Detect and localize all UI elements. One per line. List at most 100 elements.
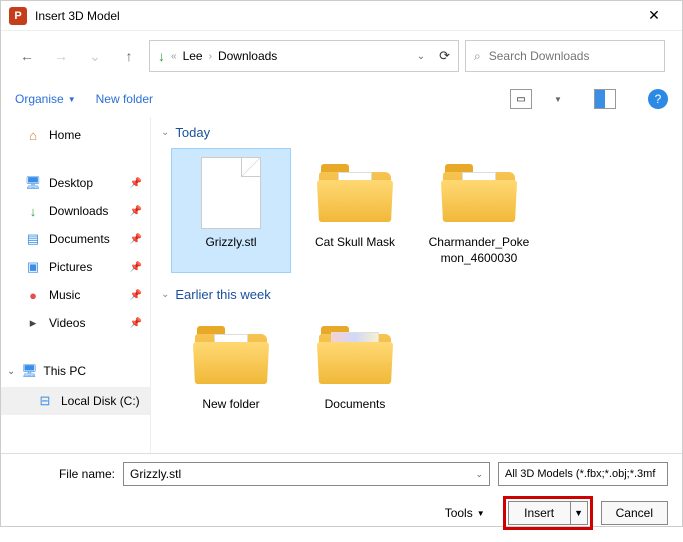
powerpoint-icon: P <box>9 7 27 25</box>
sidebar-item-label: This PC <box>43 364 86 378</box>
recent-locations-button[interactable]: ⌄ <box>81 42 109 70</box>
file-item-grizzly[interactable]: Grizzly.stl <box>171 148 291 273</box>
search-icon: ⌕ <box>474 49 481 64</box>
file-item-charmander[interactable]: Charmander_Pokemon_4600030 <box>419 148 539 273</box>
sidebar-item-downloads[interactable]: ↓ Downloads 📌 <box>1 197 150 225</box>
sidebar-item-label: Pictures <box>49 260 92 274</box>
pin-icon: 📌 <box>130 234 142 245</box>
search-input[interactable] <box>489 49 656 63</box>
pictures-icon: ▣ <box>25 259 41 275</box>
pin-icon: 📌 <box>130 206 142 217</box>
sidebar: ⌂ Home 🖥 Desktop 📌 ↓ Downloads 📌 ▤ Docum… <box>1 117 151 453</box>
close-button[interactable]: ✕ <box>634 7 674 24</box>
help-button[interactable]: ? <box>648 89 668 109</box>
sidebar-item-label: Music <box>49 288 80 302</box>
footer: File name: Grizzly.stl ⌄ All 3D Models (… <box>1 453 682 542</box>
breadcrumb[interactable]: ↓ « Lee › Downloads ⌄ ⟳ <box>149 40 459 72</box>
forward-button[interactable]: → <box>47 42 75 70</box>
chevron-down-icon: ⌄ <box>161 289 169 300</box>
insert-dropdown-button[interactable]: ▼ <box>570 501 588 525</box>
tools-label: Tools <box>445 506 473 520</box>
chevron-down-icon: ▼ <box>477 509 485 518</box>
folder-icon: X <box>195 326 267 384</box>
file-list: ⌄ Today Grizzly.stl Cat Skull Mask Charm… <box>151 117 682 453</box>
breadcrumb-root-chevron[interactable]: « <box>171 51 177 62</box>
file-label: Charmander_Pokemon_4600030 <box>424 235 534 266</box>
view-mode-button[interactable]: ▭ <box>510 89 532 109</box>
chevron-down-icon: ⌄ <box>7 366 15 377</box>
folder-icon <box>319 326 391 384</box>
chevron-down-icon: ⌄ <box>161 127 169 138</box>
desktop-icon: 🖥 <box>25 175 41 191</box>
breadcrumb-dropdown[interactable]: ⌄ <box>417 51 425 62</box>
folder-icon <box>443 164 515 222</box>
pin-icon: 📌 <box>130 290 142 301</box>
sidebar-item-videos[interactable]: ▸ Videos 📌 <box>1 309 150 337</box>
documents-icon: ▤ <box>25 231 41 247</box>
pin-icon: 📌 <box>130 318 142 329</box>
filename-value: Grizzly.stl <box>130 467 181 481</box>
folder-icon <box>319 164 391 222</box>
sidebar-item-label: Home <box>49 128 81 142</box>
breadcrumb-crumb-lee[interactable]: Lee <box>183 49 203 63</box>
breadcrumb-crumb-downloads[interactable]: Downloads <box>218 49 277 63</box>
tools-button[interactable]: Tools ▼ <box>445 506 485 520</box>
sidebar-item-label: Local Disk (C:) <box>61 394 140 408</box>
title-bar: P Insert 3D Model ✕ <box>1 1 682 31</box>
filename-label: File name: <box>15 467 115 481</box>
file-item-newfolder[interactable]: X New folder <box>171 310 291 420</box>
sidebar-item-documents[interactable]: ▤ Documents 📌 <box>1 225 150 253</box>
window-title: Insert 3D Model <box>35 9 634 23</box>
insert-button[interactable]: Insert <box>508 501 570 525</box>
group-label: Today <box>175 125 210 140</box>
refresh-button[interactable]: ⟳ <box>439 48 450 64</box>
file-label: New folder <box>202 397 259 413</box>
file-label: Cat Skull Mask <box>315 235 395 251</box>
filename-input[interactable]: Grizzly.stl ⌄ <box>123 462 490 486</box>
chevron-right-icon: › <box>209 51 212 62</box>
downloads-icon: ↓ <box>25 203 41 219</box>
file-item-catskull[interactable]: Cat Skull Mask <box>295 148 415 273</box>
toolbar: Organise ▼ New folder ▭ ▼ ? <box>1 81 682 117</box>
downloads-icon: ↓ <box>158 48 165 64</box>
view-mode-dropdown[interactable]: ▼ <box>552 95 564 104</box>
sidebar-item-local-disk[interactable]: ⊟ Local Disk (C:) <box>1 387 150 415</box>
file-icon <box>201 157 261 229</box>
organise-button[interactable]: Organise ▼ <box>15 92 76 106</box>
nav-bar: ← → ⌄ ↑ ↓ « Lee › Downloads ⌄ ⟳ ⌕ <box>1 31 682 81</box>
cancel-button[interactable]: Cancel <box>601 501 668 525</box>
disk-icon: ⊟ <box>37 393 53 409</box>
chevron-down-icon[interactable]: ⌄ <box>475 469 483 480</box>
pc-icon: 🖥 <box>21 363 37 379</box>
filter-label: All 3D Models (*.fbx;*.obj;*.3mf <box>505 468 655 480</box>
file-type-filter[interactable]: All 3D Models (*.fbx;*.obj;*.3mf <box>498 462 668 486</box>
videos-icon: ▸ <box>25 315 41 331</box>
new-folder-button[interactable]: New folder <box>96 92 153 106</box>
organise-label: Organise <box>15 92 64 106</box>
search-box[interactable]: ⌕ <box>465 40 665 72</box>
group-earlier[interactable]: ⌄ Earlier this week <box>161 283 682 306</box>
music-icon: ● <box>25 287 41 303</box>
preview-pane-button[interactable] <box>594 89 616 109</box>
insert-button-highlight: Insert ▼ <box>503 496 593 530</box>
sidebar-item-this-pc[interactable]: ⌄ 🖥 This PC <box>1 357 150 385</box>
sidebar-item-label: Documents <box>49 232 110 246</box>
pin-icon: 📌 <box>130 262 142 273</box>
file-label: Documents <box>325 397 386 413</box>
sidebar-item-label: Videos <box>49 316 85 330</box>
file-item-documents[interactable]: Documents <box>295 310 415 420</box>
up-button[interactable]: ↑ <box>115 42 143 70</box>
group-label: Earlier this week <box>175 287 270 302</box>
chevron-down-icon: ▼ <box>68 95 76 104</box>
sidebar-item-label: Desktop <box>49 176 93 190</box>
sidebar-item-label: Downloads <box>49 204 108 218</box>
sidebar-item-desktop[interactable]: 🖥 Desktop 📌 <box>1 169 150 197</box>
file-label: Grizzly.stl <box>205 235 256 251</box>
group-today[interactable]: ⌄ Today <box>161 121 682 144</box>
sidebar-item-home[interactable]: ⌂ Home <box>1 121 150 149</box>
sidebar-item-pictures[interactable]: ▣ Pictures 📌 <box>1 253 150 281</box>
home-icon: ⌂ <box>25 127 41 143</box>
back-button[interactable]: ← <box>13 42 41 70</box>
pin-icon: 📌 <box>130 178 142 189</box>
sidebar-item-music[interactable]: ● Music 📌 <box>1 281 150 309</box>
